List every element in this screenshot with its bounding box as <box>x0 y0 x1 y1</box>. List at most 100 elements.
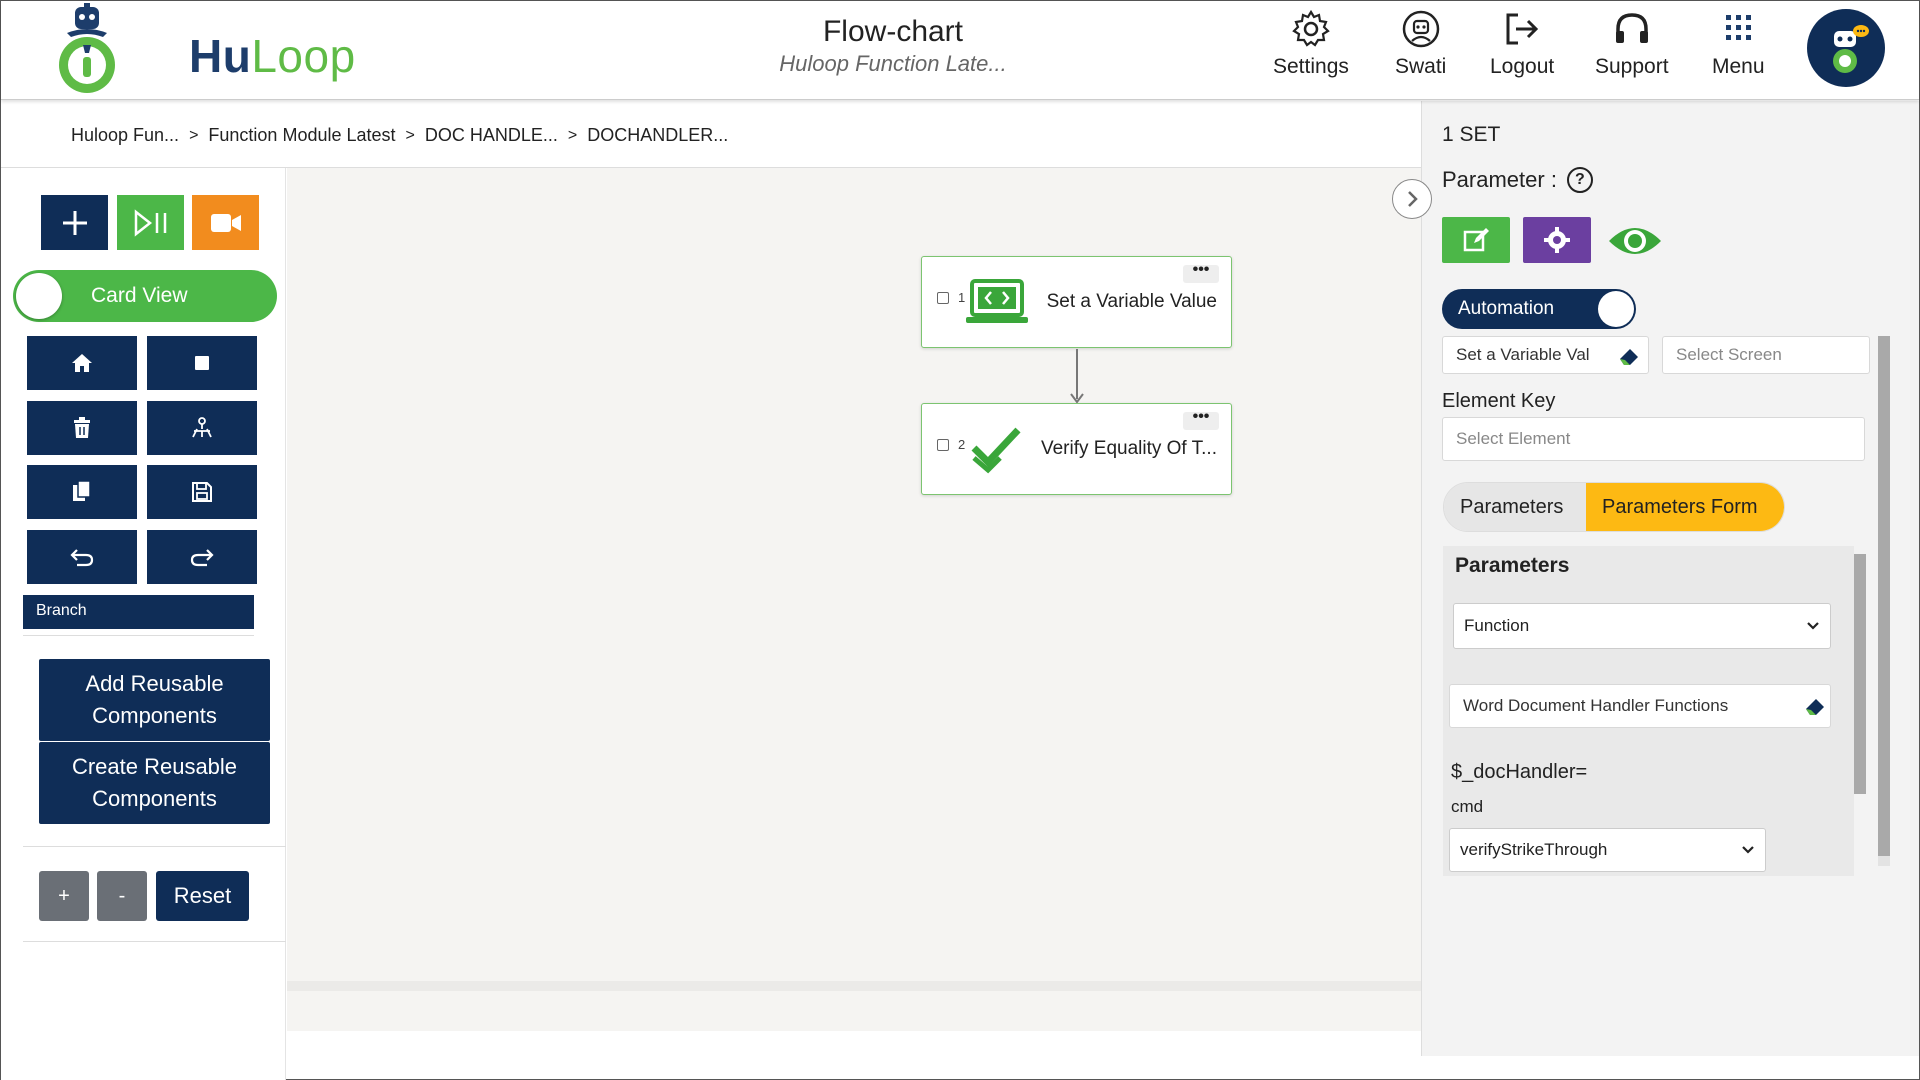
parameter-heading: Parameter : ? <box>1442 167 1593 193</box>
nav-user-label: Swati <box>1395 55 1447 78</box>
breadcrumb-item[interactable]: Huloop Fun... <box>71 125 179 146</box>
video-camera-icon <box>210 213 241 232</box>
tab-parameters-form[interactable]: Parameters Form <box>1586 483 1784 531</box>
auto-arrange-button[interactable] <box>147 401 257 455</box>
eraser-icon[interactable] <box>1804 696 1826 716</box>
function-select[interactable]: Function <box>1453 603 1831 649</box>
breadcrumb-item[interactable]: Function Module Latest <box>208 125 395 146</box>
chevron-right-icon: > <box>189 126 199 144</box>
edit-icon <box>1463 228 1489 252</box>
function-select-value: Function <box>1464 616 1530 635</box>
parameters-form: Parameters Function Word Document Handle… <box>1443 546 1854 876</box>
select-screen-field[interactable]: Select Screen <box>1662 336 1870 374</box>
node-number: 2 <box>958 437 966 452</box>
node-label: Verify Equality Of T... <box>1040 438 1217 459</box>
copy-button[interactable] <box>27 465 137 519</box>
canvas-footer <box>287 991 1421 1031</box>
add-step-button[interactable] <box>41 195 108 250</box>
zoom-out-button[interactable]: - <box>97 871 147 921</box>
delete-button[interactable] <box>27 401 137 455</box>
record-button[interactable] <box>192 195 259 250</box>
user-circle-icon <box>1402 10 1439 48</box>
divider <box>23 846 286 847</box>
eraser-icon[interactable] <box>1618 346 1640 366</box>
function-value: Word Document Handler Functions <box>1463 696 1729 715</box>
home-icon <box>72 354 92 372</box>
logout-icon <box>1506 13 1539 45</box>
nav-support[interactable]: Support <box>1595 9 1669 79</box>
grid-menu-icon <box>1726 15 1752 40</box>
flow-connector <box>1076 349 1078 399</box>
breadcrumb-item[interactable]: DOC HANDLE... <box>425 125 558 146</box>
card-view-toggle[interactable]: Card View <box>13 270 277 322</box>
parameters-tabs: Parameters Parameters Form <box>1443 482 1785 532</box>
card-view-label: Card View <box>91 284 188 307</box>
chevron-down-icon <box>1742 846 1754 854</box>
cmd-select-value: verifyStrikeThrough <box>1460 840 1608 859</box>
help-icon[interactable]: ? <box>1566 167 1593 193</box>
automation-label: Automation <box>1458 298 1555 319</box>
flowchart-canvas[interactable] <box>287 168 1421 981</box>
nav-support-label: Support <box>1595 55 1669 78</box>
nav-user[interactable]: Swati <box>1395 9 1446 79</box>
create-reusable-components-button[interactable]: Create Reusable Components <box>39 742 270 824</box>
nav-logout[interactable]: Logout <box>1490 9 1554 79</box>
gear-icon <box>1544 227 1570 253</box>
zoom-in-button[interactable]: + <box>39 871 89 921</box>
select-element-field[interactable]: Select Element <box>1442 417 1865 461</box>
flow-node[interactable]: 1 Set a Variable Value ••• <box>921 256 1232 348</box>
more-options-icon[interactable]: ••• <box>1183 262 1219 283</box>
logo-text-loop: Loop <box>251 30 356 82</box>
params-scrollbar-thumb[interactable] <box>1854 554 1866 794</box>
panel-collapse-button[interactable] <box>1392 179 1432 219</box>
tab-parameters[interactable]: Parameters <box>1444 483 1586 531</box>
stop-square-icon <box>195 356 209 370</box>
home-button[interactable] <box>27 336 137 390</box>
edit-button[interactable] <box>1442 217 1510 263</box>
cmd-label: cmd <box>1451 797 1484 816</box>
parameters-header: Parameters <box>1455 554 1570 577</box>
preview-button[interactable] <box>1607 221 1663 266</box>
code-monitor-icon <box>966 277 1028 332</box>
undo-button[interactable] <box>27 530 137 584</box>
element-key-label: Element Key <box>1442 390 1556 412</box>
flow-node[interactable]: 2 Verify Equality Of T... ••• <box>921 403 1232 495</box>
breadcrumb-item[interactable]: DOCHANDLER... <box>587 125 728 146</box>
function-value-field[interactable]: Word Document Handler Functions <box>1449 684 1831 728</box>
double-check-icon <box>970 424 1022 479</box>
huloop-logo[interactable]: HuLoop <box>57 3 355 97</box>
redo-button[interactable] <box>147 530 257 584</box>
panel-scrollbar-thumb[interactable] <box>1878 336 1890 856</box>
node-label: Set a Variable Value <box>1046 291 1217 312</box>
cmd-select[interactable]: verifyStrikeThrough <box>1449 828 1766 872</box>
nav-menu[interactable]: Menu <box>1712 9 1765 79</box>
nav-menu-label: Menu <box>1712 55 1765 78</box>
chevron-right-icon: > <box>405 126 415 144</box>
add-reusable-components-button[interactable]: Add Reusable Components <box>39 659 270 741</box>
chevron-right-icon: > <box>567 126 578 144</box>
node-select-checkbox[interactable] <box>937 439 949 451</box>
divider <box>23 941 286 942</box>
action-field[interactable]: Set a Variable Val <box>1442 336 1649 374</box>
reset-zoom-button[interactable]: Reset <box>156 871 249 921</box>
nav-settings[interactable]: Settings <box>1273 9 1349 79</box>
page-title-block: Flow-chart Huloop Function Late... <box>701 15 1085 77</box>
nav-settings-label: Settings <box>1273 55 1349 78</box>
assistant-avatar-button[interactable] <box>1807 9 1885 87</box>
play-pause-button[interactable] <box>117 195 184 250</box>
connector-arrowhead-icon <box>1070 393 1084 403</box>
automation-toggle[interactable]: Automation <box>1442 289 1636 329</box>
select-element-placeholder: Select Element <box>1456 429 1571 448</box>
save-button[interactable] <box>147 465 257 519</box>
divider <box>23 635 254 636</box>
branch-button[interactable]: Branch <box>23 595 254 629</box>
robot-logo-icon <box>59 3 115 93</box>
node-number: 1 <box>958 290 966 305</box>
node-select-checkbox[interactable] <box>937 292 949 304</box>
canvas-horizontal-scrollbar[interactable] <box>287 981 1421 991</box>
play-pause-icon <box>134 208 166 237</box>
logo-text-hu: Hu <box>189 30 252 82</box>
more-options-icon[interactable]: ••• <box>1183 409 1219 430</box>
stop-button[interactable] <box>147 336 257 390</box>
settings-button[interactable] <box>1523 217 1591 263</box>
